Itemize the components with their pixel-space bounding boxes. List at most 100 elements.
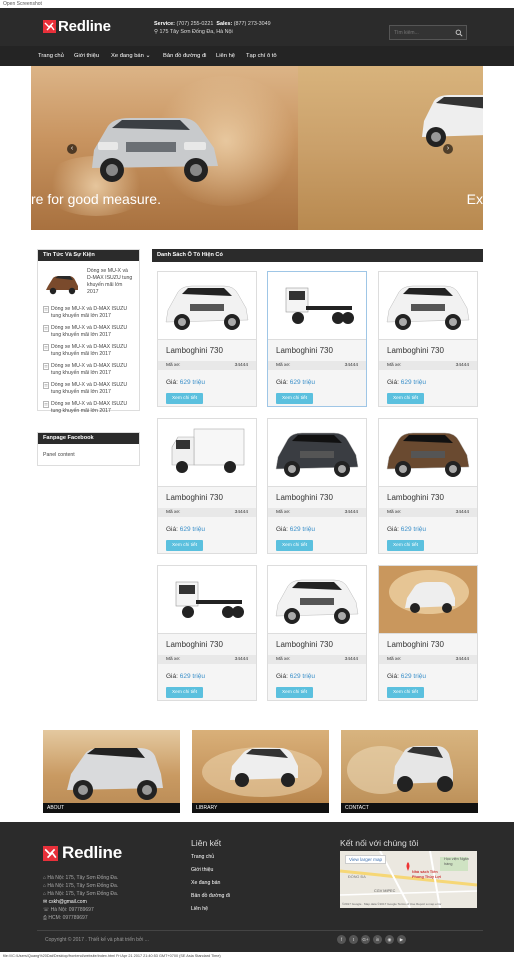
map-area-label: CGV MIPEC — [374, 889, 396, 893]
view-details-button[interactable]: Xem chi tiết — [276, 540, 313, 551]
product-name[interactable]: Lamboghini 730 — [387, 640, 444, 649]
view-details-button[interactable]: Xem chi tiết — [387, 393, 424, 404]
news-item-text: Dòng xe MU-X và D-MAX ISUZU tung khuyến … — [51, 306, 128, 319]
nav-item-about[interactable]: Giới thiệu — [74, 53, 99, 59]
footer-email[interactable]: cskh@gmail.com — [49, 899, 87, 905]
nav-item-map[interactable]: Bản đồ đường đi — [163, 53, 206, 59]
product-code-row: Mã xe: 34444 — [379, 655, 477, 664]
product-card[interactable]: Lamboghini 730 Mã xe: 34444 Giá: 629 triệu X… — [378, 271, 478, 407]
footer-link-about[interactable]: Giới thiệu — [191, 867, 213, 873]
product-card[interactable]: Lamboghini 730 Mã xe: 34444 Giá: 629 triệu X… — [267, 271, 367, 407]
product-price-label: Giá: — [276, 379, 288, 386]
product-card[interactable]: Lamboghini 730 Mã xe: 34444 Giá: 629 triệu X… — [157, 271, 257, 407]
document-icon — [43, 306, 49, 313]
product-price-label: Giá: — [387, 379, 399, 386]
product-image[interactable] — [158, 272, 256, 340]
news-item-text: Dòng xe MU-X và D-MAX ISUZU tung khuyến … — [51, 325, 128, 338]
footer-link-cars[interactable]: Xe đang bán — [191, 880, 220, 886]
product-code-label: Mã xe: — [387, 657, 402, 662]
tile-library[interactable]: LIBRARY — [192, 730, 329, 813]
product-name[interactable]: Lamboghini 730 — [166, 346, 223, 355]
product-card[interactable]: Lamboghini 730 Mã xe: 34444 Giá: 629 triệu X… — [378, 565, 478, 701]
footer-link-home[interactable]: Trang chủ — [191, 854, 214, 860]
product-image[interactable] — [158, 566, 256, 634]
tile-library-image — [202, 747, 322, 797]
product-image[interactable] — [379, 566, 477, 634]
nav-item-contact[interactable]: Liên hệ — [216, 53, 235, 59]
footer-link-map[interactable]: Bản đồ đường đi — [191, 893, 230, 899]
footer-logo[interactable]: Redline — [43, 843, 122, 863]
document-icon — [43, 382, 49, 389]
product-image[interactable] — [268, 419, 366, 487]
featured-news[interactable]: Dòng xe MU-X và D-MAX ISUZU tung khuyến … — [38, 261, 139, 301]
news-list-item[interactable]: Dòng xe MU-X và D-MAX ISUZU tung khuyến … — [38, 344, 139, 358]
envelope-icon: ✉ — [43, 899, 48, 905]
product-card[interactable]: Lamboghini 730 Mã xe: 34444 Giá: 629 triệu X… — [267, 565, 367, 701]
product-card[interactable]: Lamboghini 730 Mã xe: 34444 Giá: 629 triệu X… — [378, 418, 478, 554]
linkedin-icon[interactable]: in — [373, 935, 382, 944]
view-details-button[interactable]: Xem chi tiết — [276, 393, 313, 404]
youtube-icon[interactable]: ▶ — [397, 935, 406, 944]
product-price: 629 triệu — [289, 673, 316, 680]
product-name[interactable]: Lamboghini 730 — [276, 346, 333, 355]
footer-links-title: Liên kết — [191, 838, 222, 848]
product-image[interactable] — [379, 272, 477, 340]
instagram-icon[interactable]: ◉ — [385, 935, 394, 944]
sales-label: Sales: — [216, 21, 233, 27]
product-name[interactable]: Lamboghini 730 — [276, 493, 333, 502]
status-bar: file:///C:/Users/Quang%20Dat/Desktop/fro… — [0, 952, 514, 960]
product-card[interactable]: Lamboghini 730 Mã xe: 34444 Giá: 629 triệu X… — [157, 565, 257, 701]
news-item-text: Dòng xe MU-X và D-MAX ISUZU tung khuyến … — [51, 344, 128, 357]
view-details-button[interactable]: Xem chi tiết — [276, 687, 313, 698]
slider-next-button[interactable]: › — [443, 144, 453, 154]
footer-link-contact[interactable]: Liên hệ — [191, 906, 208, 912]
product-card[interactable]: Lamboghini 730 Mã xe: 34444 Giá: 629 triệu X… — [157, 418, 257, 554]
fanpage-panel: Fanpage Facebook Panel content — [37, 432, 140, 466]
google-map[interactable]: View larger map Nhà sách Tiên Phong Thủy… — [340, 851, 477, 908]
product-image[interactable] — [268, 566, 366, 634]
product-name[interactable]: Lamboghini 730 — [387, 493, 444, 502]
product-name[interactable]: Lamboghini 730 — [387, 346, 444, 355]
twitter-icon[interactable]: t — [349, 935, 358, 944]
product-name[interactable]: Lamboghini 730 — [276, 640, 333, 649]
news-list-item[interactable]: Dòng xe MU-X và D-MAX ISUZU tung khuyến … — [38, 401, 139, 415]
product-card[interactable]: Lamboghini 730 Mã xe: 34444 Giá: 629 triệu X… — [267, 418, 367, 554]
view-details-button[interactable]: Xem chi tiết — [387, 540, 424, 551]
nav-item-home[interactable]: Trang chủ — [38, 53, 64, 59]
product-price: 629 triệu — [289, 379, 316, 386]
product-code-label: Mã xe: — [276, 363, 291, 368]
view-details-button[interactable]: Xem chi tiết — [387, 687, 424, 698]
product-image[interactable] — [268, 272, 366, 340]
document-icon — [43, 363, 49, 370]
product-name[interactable]: Lamboghini 730 — [166, 493, 223, 502]
google-plus-icon[interactable]: G+ — [361, 935, 370, 944]
range-rover-image — [92, 118, 218, 182]
view-details-button[interactable]: Xem chi tiết — [166, 687, 203, 698]
view-larger-map-link[interactable]: View larger map — [345, 855, 387, 864]
site-header: Redline Service: (707) 255-0221 Sales: (… — [0, 8, 514, 46]
product-name[interactable]: Lamboghini 730 — [166, 640, 223, 649]
view-details-button[interactable]: Xem chi tiết — [166, 540, 203, 551]
tile-contact[interactable]: CONTACT — [341, 730, 478, 813]
slider-prev-button[interactable]: ‹ — [67, 144, 77, 154]
nav-item-magazine[interactable]: Tạp chí ô tô — [246, 53, 277, 59]
product-image[interactable] — [379, 419, 477, 487]
news-panel-title: Tin Tức Và Sự Kiện — [38, 250, 139, 261]
search-input[interactable] — [390, 26, 450, 39]
news-list-item[interactable]: Dòng xe MU-X và D-MAX ISUZU tung khuyến … — [38, 382, 139, 396]
facebook-icon[interactable]: f — [337, 935, 346, 944]
document-icon — [43, 401, 49, 408]
search-icon[interactable] — [455, 29, 463, 37]
view-details-button[interactable]: Xem chi tiết — [166, 393, 203, 404]
tile-about[interactable]: ABOUT — [43, 730, 180, 813]
news-item-text: Dòng xe MU-X và D-MAX ISUZU tung khuyến … — [51, 382, 128, 395]
product-code-row: Mã xe: 34444 — [379, 361, 477, 370]
news-list-item[interactable]: Dòng xe MU-X và D-MAX ISUZU tung khuyến … — [38, 363, 139, 377]
product-price: 629 triệu — [179, 526, 206, 533]
site-logo[interactable]: Redline — [43, 18, 111, 35]
news-list-item[interactable]: Dòng xe MU-X và D-MAX ISUZU tung khuyến … — [38, 325, 139, 339]
product-price: 629 triệu — [400, 526, 427, 533]
news-list-item[interactable]: Dòng xe MU-X và D-MAX ISUZU tung khuyến … — [38, 306, 139, 320]
nav-item-cars[interactable]: Xe đang bán ⌄ — [111, 53, 150, 59]
product-image[interactable] — [158, 419, 256, 487]
